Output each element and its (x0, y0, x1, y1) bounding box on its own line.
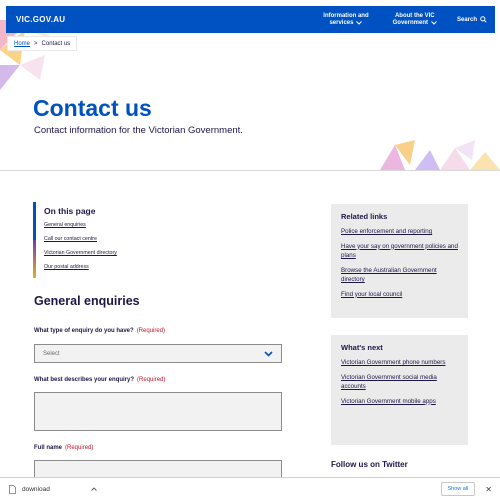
chevron-up-icon[interactable] (91, 487, 97, 491)
chevron-down-icon (431, 21, 437, 25)
breadcrumb-home-link[interactable]: Home (14, 41, 30, 47)
download-filename: download (22, 485, 50, 493)
site-header: VIC.GOV.AU Information and services Abou… (6, 6, 495, 33)
accent-bar (33, 240, 36, 278)
required-marker: (Required) (65, 445, 94, 451)
follow-twitter-heading: Follow us on Twitter (331, 460, 408, 469)
related-link[interactable]: Find your local council (341, 290, 458, 300)
related-link[interactable]: Browse the Australian Government directo… (341, 266, 458, 285)
nav-about-government[interactable]: About the VIC Government (381, 13, 449, 27)
required-marker: (Required) (137, 377, 166, 383)
decorative-pattern-right (380, 140, 500, 170)
on-this-page-link[interactable]: Our postal address (44, 264, 183, 270)
label-text: What best describes your enquiry? (34, 377, 135, 383)
related-link[interactable]: Police enforcement and reporting (341, 227, 458, 237)
breadcrumb-separator: > (34, 40, 38, 47)
whats-next-link[interactable]: Victorian Government social media accoun… (341, 373, 458, 392)
search-icon (480, 16, 487, 23)
breadcrumb-current: Contact us (41, 40, 71, 47)
nav-label-line1: About the VIC (394, 12, 435, 19)
download-bar: download Show all ✕ (0, 477, 500, 500)
nav-label-line2: services (329, 19, 354, 26)
chevron-down-icon (356, 21, 363, 25)
divider (0, 170, 500, 171)
label-text: Full name (34, 445, 63, 451)
nav-information-services[interactable]: Information and services (311, 13, 380, 27)
on-this-page-link[interactable]: General enquiries (44, 222, 183, 228)
nav-label-line2: Government (392, 19, 428, 26)
download-item[interactable]: download (9, 484, 97, 494)
enquiry-description-label: What best describes your enquiry? (Requir… (34, 377, 165, 383)
file-icon (9, 484, 16, 494)
label-text: What type of enquiry do you have? (34, 328, 134, 334)
search-button[interactable]: Search (449, 16, 495, 23)
show-all-button[interactable]: Show all (440, 482, 476, 496)
search-label: Search (456, 16, 477, 23)
select-placeholder: Select (43, 350, 60, 357)
required-marker: (Required) (136, 328, 166, 334)
related-links-panel: Related links Police enforcement and rep… (331, 204, 468, 318)
on-this-page-title: On this page (44, 206, 96, 216)
related-links-title: Related links (341, 212, 388, 221)
chevron-down-icon (264, 350, 273, 357)
whats-next-title: What's next (341, 343, 383, 352)
page-subtitle: Contact information for the Victorian Go… (34, 125, 243, 136)
whats-next-link[interactable]: Victorian Government mobile apps (341, 397, 458, 407)
page-title: Contact us (33, 95, 152, 121)
close-icon[interactable]: ✕ (485, 485, 492, 494)
on-this-page-link[interactable]: Victorian Government directory (44, 250, 183, 256)
nav-label-line1: Information and (323, 12, 369, 19)
site-logo[interactable]: VIC.GOV.AU (16, 15, 65, 24)
breadcrumb: Home > Contact us (7, 36, 78, 51)
section-title-general-enquiries: General enquiries (34, 294, 140, 308)
on-this-page-link[interactable]: Call our contact centre (44, 236, 183, 242)
on-this-page-nav: On this page General enquiries Call our … (33, 202, 183, 278)
full-name-label: Full name (Required) (34, 445, 93, 451)
main-nav: Information and services About the VIC G… (311, 6, 495, 33)
enquiry-description-textarea[interactable] (34, 392, 282, 431)
whats-next-link[interactable]: Victorian Government phone numbers (341, 358, 458, 368)
related-link[interactable]: Have your say on government policies and… (341, 242, 458, 261)
enquiry-type-select[interactable]: Select (34, 344, 282, 363)
enquiry-type-label: What type of enquiry do you have? (Requir… (34, 328, 165, 334)
whats-next-panel: What's next Victorian Government phone n… (331, 335, 468, 445)
